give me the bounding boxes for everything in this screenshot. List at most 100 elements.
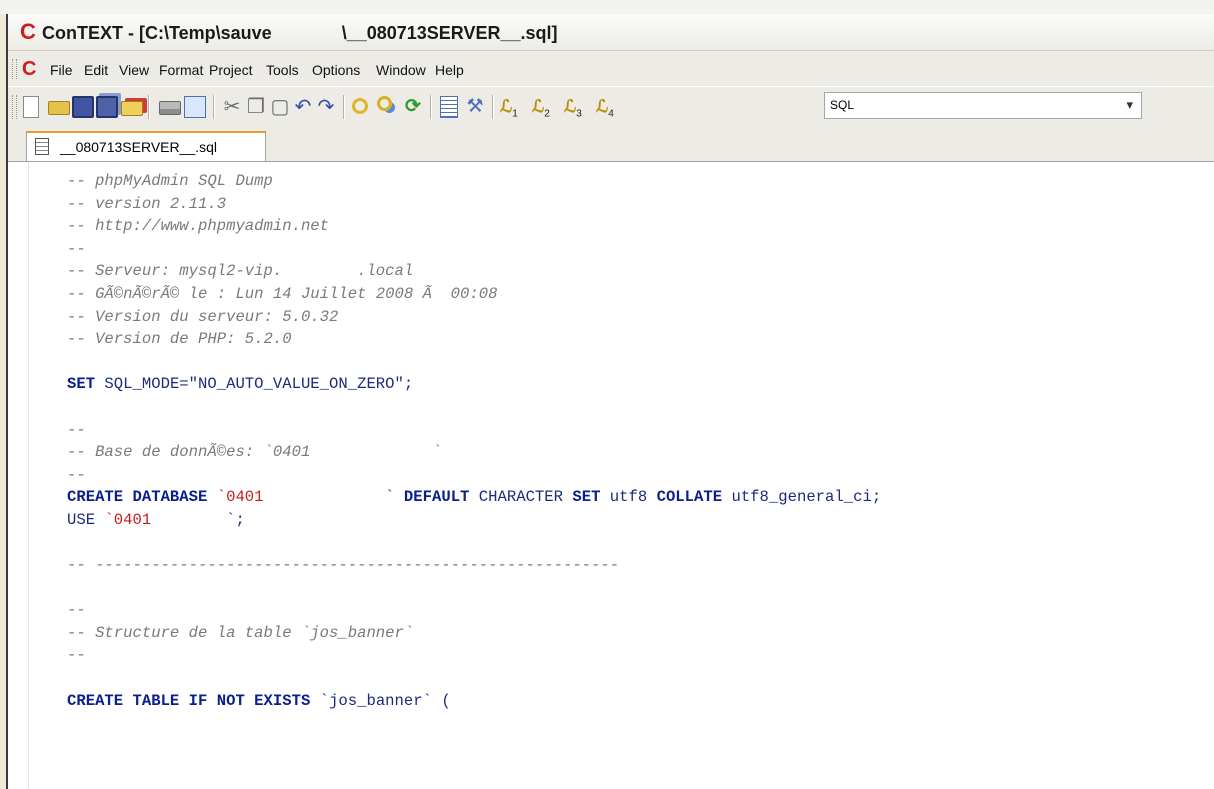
- code-line[interactable]: USE `0401 `;: [67, 509, 881, 532]
- document-icon: [35, 138, 49, 155]
- code-token: `: [263, 488, 404, 507]
- code-line[interactable]: [67, 396, 881, 419]
- menu-format[interactable]: Format: [159, 62, 203, 78]
- menu-tools[interactable]: Tools: [266, 62, 299, 78]
- code-token: -- phpMyAdmin SQL Dump: [67, 172, 273, 190]
- window-title: ConTEXT - [C:\Temp\sauve \__080713SERVER…: [42, 23, 558, 43]
- code-line[interactable]: --: [67, 644, 881, 667]
- code-token: CREATE TABLE IF NOT EXISTS: [67, 691, 311, 710]
- code-token: CREATE DATABASE: [67, 488, 208, 507]
- code-token: SET: [572, 488, 601, 507]
- find-next-icon[interactable]: ⟳: [402, 96, 424, 118]
- tab-label: __080713SERVER__.sql: [60, 139, 217, 155]
- find-icon[interactable]: [352, 98, 368, 114]
- code-token: -- version 2.11.3: [67, 194, 227, 213]
- code-line[interactable]: --: [67, 419, 881, 442]
- menu-options[interactable]: Options: [312, 62, 360, 78]
- code-token: `0401: [216, 488, 264, 507]
- tools-icon[interactable]: ⚒: [464, 96, 486, 118]
- code-line[interactable]: -- -------------------------------------…: [67, 554, 881, 577]
- highlighter-select[interactable]: SQL ▾: [824, 92, 1142, 119]
- paste-icon[interactable]: ▢: [269, 96, 291, 118]
- code-line[interactable]: [67, 532, 881, 555]
- tab-file[interactable]: __080713SERVER__.sql: [26, 131, 266, 161]
- menu-help[interactable]: Help: [435, 62, 464, 78]
- code-text[interactable]: -- phpMyAdmin SQL Dump -- version 2.11.3 -…: [67, 170, 881, 712]
- open-file-icon[interactable]: [48, 101, 70, 115]
- copy-icon[interactable]: ❐: [245, 96, 267, 118]
- menu-window[interactable]: Window: [376, 62, 426, 78]
- toolbar-separator: [492, 95, 494, 119]
- code-line[interactable]: [67, 667, 881, 690]
- code-line[interactable]: -- Version du serveur: 5.0.32: [67, 306, 881, 329]
- new-file-icon[interactable]: [23, 96, 39, 118]
- undo-icon[interactable]: ↶: [292, 96, 314, 118]
- code-line[interactable]: --: [67, 238, 881, 261]
- user-command-1-icon[interactable]: ℒ1: [500, 96, 528, 119]
- code-token: USE: [67, 510, 105, 529]
- menu-file[interactable]: File: [50, 62, 73, 78]
- code-token: --: [67, 601, 86, 620]
- document-menu-icon[interactable]: C: [22, 59, 36, 79]
- print-icon[interactable]: [159, 101, 181, 115]
- user-command-4-icon[interactable]: ℒ4: [596, 96, 624, 119]
- toolbar-separator: [213, 95, 215, 119]
- redo-icon[interactable]: ↷: [315, 96, 337, 118]
- code-line[interactable]: [67, 577, 881, 600]
- code-line[interactable]: -- Structure de la table `jos_banner`: [67, 622, 881, 645]
- code-token: -- Version du serveur: 5.0.32: [67, 307, 339, 326]
- code-token: SET: [67, 375, 96, 394]
- print-preview-icon[interactable]: [184, 96, 206, 118]
- code-line[interactable]: -- http://www.phpmyadmin.net: [67, 215, 881, 238]
- user-command-3-icon[interactable]: ℒ3: [564, 96, 592, 119]
- code-line[interactable]: SET SQL_MODE="NO_AUTO_VALUE_ON_ZERO";: [67, 373, 881, 396]
- code-token: --: [67, 646, 86, 665]
- chevron-down-icon[interactable]: ▾: [1126, 97, 1133, 113]
- code-token: DEFAULT: [403, 488, 470, 507]
- menu-bar: C File Edit View Format Project Tools Op…: [8, 51, 1214, 86]
- code-line[interactable]: [67, 351, 881, 374]
- open-recent-icon[interactable]: [121, 101, 143, 116]
- code-line[interactable]: CREATE DATABASE `0401 ` DEFAULT CHARACTE…: [67, 486, 881, 509]
- cut-icon[interactable]: ✂: [221, 96, 243, 118]
- code-token: `0401: [104, 510, 152, 529]
- code-token: SQL_MODE="NO_AUTO_VALUE_ON_ZERO";: [95, 375, 414, 394]
- user-command-2-icon[interactable]: ℒ2: [532, 96, 560, 119]
- code-line[interactable]: --: [67, 599, 881, 622]
- highlighter-value: SQL: [830, 98, 855, 112]
- menu-grip[interactable]: [12, 59, 17, 79]
- code-token: -- -------------------------------------…: [67, 556, 620, 575]
- menu-view[interactable]: View: [119, 62, 149, 78]
- code-line[interactable]: -- version 2.11.3: [67, 193, 881, 216]
- code-token: `jos_banner` (: [310, 691, 451, 710]
- code-line[interactable]: CREATE TABLE IF NOT EXISTS `jos_banner` …: [67, 690, 881, 713]
- code-line[interactable]: -- GÃ©nÃ©rÃ© le : Lun 14 Juillet 2008 Ã …: [67, 283, 881, 306]
- toolbar-separator: [343, 95, 345, 119]
- code-editor[interactable]: -- phpMyAdmin SQL Dump -- version 2.11.3 -…: [8, 162, 1214, 789]
- save-icon[interactable]: [72, 96, 94, 118]
- code-token: utf8_general_ci;: [722, 488, 882, 507]
- code-line[interactable]: --: [67, 464, 881, 487]
- code-token: -- http://www.phpmyadmin.net: [67, 217, 330, 236]
- code-line[interactable]: -- Serveur: mysql2-vip. .local: [67, 260, 881, 283]
- code-token: -- Version de PHP: 5.2.0: [67, 330, 292, 349]
- context-logo-icon: C: [20, 19, 36, 44]
- toolbar-grip[interactable]: [12, 95, 17, 119]
- code-token: `;: [151, 510, 245, 529]
- code-line[interactable]: -- Version de PHP: 5.2.0: [67, 328, 881, 351]
- code-token: --: [67, 465, 86, 484]
- code-token: CHARACTER: [469, 488, 573, 507]
- tab-strip: __080713SERVER__.sql: [8, 127, 1214, 162]
- save-all-icon[interactable]: [96, 96, 118, 118]
- replace-icon[interactable]: [377, 96, 392, 111]
- editor-gutter[interactable]: [8, 162, 29, 789]
- code-line[interactable]: -- phpMyAdmin SQL Dump: [67, 170, 881, 193]
- menu-project[interactable]: Project: [209, 62, 253, 78]
- code-line[interactable]: -- Base de donnÃ©es: `0401 `: [67, 441, 881, 464]
- file-info-icon[interactable]: [440, 96, 458, 118]
- code-token: --: [67, 239, 86, 258]
- code-token: -- Base de donnÃ©es: `0401 `: [67, 443, 442, 462]
- code-token: -- Structure de la table `jos_banner`: [67, 623, 414, 642]
- title-bar: C ConTEXT - [C:\Temp\sauve \__080713SERV…: [8, 14, 1214, 51]
- menu-edit[interactable]: Edit: [84, 62, 108, 78]
